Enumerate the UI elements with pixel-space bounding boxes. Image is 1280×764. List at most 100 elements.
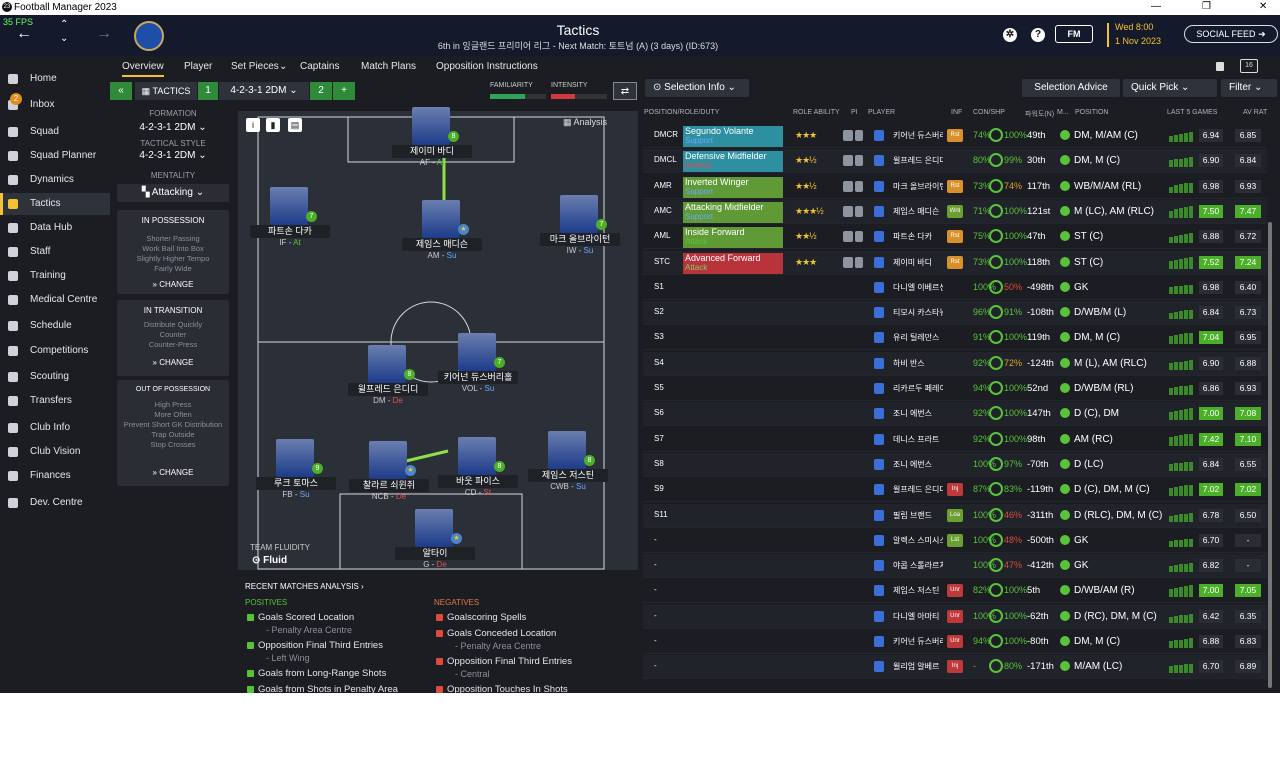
maximize-button[interactable]: ❐: [1202, 1, 1211, 12]
positive-item[interactable]: Goals from Shots in Penalty Area: [245, 684, 425, 693]
col-con-shp[interactable]: CON/SHP: [973, 109, 1005, 116]
sidebar-item-training[interactable]: Training: [0, 265, 110, 287]
role-duty-selector[interactable]: Attacking Midfielder Support: [683, 201, 783, 223]
sidebar-item-transfers[interactable]: Transfers: [0, 390, 110, 412]
swap-view-button[interactable]: ⇄: [613, 82, 637, 100]
tab-set-pieces[interactable]: Set Pieces: [231, 61, 279, 72]
table-row[interactable]: S11 필립 브랜드 Loa 100% 46% -311th D (RLC), DM, M …: [643, 503, 1267, 528]
table-row[interactable]: S5리카르두 페레이라94%100%52ndD/WB/M (RL)6.866.9…: [643, 377, 1267, 401]
table-row[interactable]: DMCL Defensive Midfielder Defend ★★½ 윌프레드 은디…: [643, 149, 1267, 174]
player-name[interactable]: 윌리엄 알베르: [893, 661, 943, 672]
bar-chart-icon[interactable]: ▮: [266, 118, 280, 132]
pitch-player-card[interactable]: 8 제임스 저스틴 CWB - Su: [528, 431, 608, 497]
fm-menu-button[interactable]: FM: [1055, 25, 1093, 43]
player-name[interactable]: 윌프레드 은디디: [893, 484, 943, 495]
positive-item[interactable]: Opposition Final Third Entries - Left Win…: [245, 640, 425, 663]
social-feed-button[interactable]: SOCIAL FEED ➜: [1184, 25, 1278, 43]
pitch-player-card[interactable]: 7 마크 올브라이턴 IW - Su: [540, 195, 620, 261]
col-last-5-games[interactable]: LAST 5 GAMES: [1167, 109, 1217, 116]
selection-info-dropdown[interactable]: ⊙ Selection Info ⌄: [645, 79, 749, 97]
filter-dropdown[interactable]: Filter ⌄: [1221, 79, 1277, 97]
close-button[interactable]: ✕: [1259, 1, 1267, 12]
in-transition-change-button[interactable]: » CHANGE: [117, 358, 229, 367]
player-name[interactable]: 제임스 저스틴: [893, 585, 943, 596]
table-row[interactable]: AMC Attacking Midfielder Support ★★★½ 제임스 매디…: [643, 199, 1267, 224]
out-of-possession-change-button[interactable]: » CHANGE: [117, 468, 229, 477]
pi-lock-icon[interactable]: [855, 205, 863, 217]
sidebar-item-scouting[interactable]: Scouting: [0, 366, 110, 388]
table-row[interactable]: S1 다니엘 이베르센 100% 50% -498th GK 6.98 6.40: [643, 276, 1267, 300]
sidebar-item-medical-centre[interactable]: Medical Centre: [0, 289, 110, 311]
pitch-player-card[interactable]: 8 윌프레드 은디디 DM - De: [348, 345, 428, 411]
formation-value[interactable]: 4-2-3-1 2DM ⌄: [117, 122, 229, 133]
player-name[interactable]: 다니엘 아마티: [893, 611, 943, 622]
settings-cog-icon[interactable]: ✲: [1003, 28, 1017, 42]
player-name[interactable]: 키어넌 듀스버리홀: [893, 130, 943, 141]
player-name[interactable]: 다니엘 이베르센: [893, 282, 943, 293]
tactic-slot-2[interactable]: 2: [310, 82, 332, 100]
sidebar-item-staff[interactable]: Staff: [0, 241, 110, 263]
player-instructions-icon[interactable]: [843, 155, 853, 167]
player-instructions-icon[interactable]: [843, 130, 853, 141]
col-inf[interactable]: INF: [951, 109, 962, 116]
tactic-slot-1[interactable]: 1: [198, 82, 218, 100]
negative-item[interactable]: Opposition Final Third Entries - Central: [434, 656, 614, 679]
mentality-dropdown[interactable]: ▚ Attacking ⌄: [117, 184, 229, 202]
table-row[interactable]: S2 티모시 카스타뉴 96% 91% -108th D/WB/M (L) 6.84 6.73: [643, 301, 1267, 326]
negative-item[interactable]: Goalscoring Spells: [434, 612, 614, 623]
negative-item[interactable]: Goals Conceded Location - Penalty Area Ce…: [434, 628, 614, 651]
player-instructions-icon[interactable]: [843, 256, 853, 268]
col-role-ability[interactable]: ROLE ABILITY: [793, 109, 840, 116]
pi-lock-icon[interactable]: [855, 256, 863, 268]
layout-toggle-icon[interactable]: 16: [1240, 59, 1258, 73]
sidebar-item-schedule[interactable]: Schedule: [0, 315, 110, 337]
recent-matches-title[interactable]: RECENT MATCHES ANALYSIS ›: [245, 582, 364, 591]
pitch-player-card[interactable]: 7 파트손 다카 IF - At: [250, 187, 330, 253]
squad-table-scrollbar[interactable]: [1268, 222, 1272, 688]
pi-lock-icon[interactable]: [855, 130, 863, 141]
table-row[interactable]: S8 조니 에번스 100% 97% -70th D (LC) 6.84 6.55: [643, 452, 1267, 477]
col-player[interactable]: PLAYER: [868, 109, 895, 116]
table-row[interactable]: - 다니엘 아마티 Unr 100% 100% -62th D (RC), DM, M (C…: [643, 604, 1267, 629]
sidebar-item-squad-planner[interactable]: Squad Planner: [0, 145, 110, 167]
col-rank[interactable]: 파워도(N): [1025, 109, 1054, 119]
player-name[interactable]: 티모시 카스타뉴: [893, 307, 943, 318]
table-row[interactable]: -키어넌 듀스버리홀Unr94%100%-80thDM, M (C)6.886.…: [643, 630, 1267, 654]
add-tactic-button[interactable]: +: [333, 82, 355, 100]
player-name[interactable]: 조니 에번스: [893, 459, 943, 470]
pitch-player-card[interactable]: 7 키어넌 듀스버리홀 VOL - Su: [438, 333, 518, 399]
col-pi[interactable]: PI: [851, 109, 858, 116]
role-duty-selector[interactable]: Inverted Winger Support: [683, 176, 783, 198]
analysis-button[interactable]: ▦ Analysis: [563, 117, 607, 128]
table-row[interactable]: - 알렉스 스미시스 Lst 100% 48% -500th GK 6.70-: [643, 529, 1267, 553]
role-duty-selector[interactable]: Defensive Midfielder Defend: [683, 151, 783, 173]
tab-match-plans[interactable]: Match Plans: [361, 61, 416, 72]
col-position-role-duty[interactable]: POSITION/ROLE/DUTY: [644, 109, 719, 116]
table-row[interactable]: S7 데니스 프라트 92% 100% 98th AM (RC) 7.42 7.10: [643, 428, 1267, 452]
sidebar-item-tactics[interactable]: Tactics: [0, 193, 110, 215]
info-icon[interactable]: i: [246, 118, 260, 132]
set-pieces-chevron-icon[interactable]: ⌄: [279, 61, 287, 72]
sidebar-item-inbox[interactable]: 2 Inbox: [0, 93, 110, 116]
pitch-player-card[interactable]: ★ 알타이 G - De: [395, 509, 475, 575]
player-name[interactable]: 윌프레드 은디디: [893, 155, 943, 166]
minimize-button[interactable]: —: [1151, 1, 1161, 12]
tab-opposition-instructions[interactable]: Opposition Instructions: [436, 61, 538, 72]
sidebar-item-finances[interactable]: Finances: [0, 465, 110, 487]
col-av-rat[interactable]: AV RAT: [1243, 109, 1267, 116]
quick-pick-dropdown[interactable]: Quick Pick ⌄: [1123, 79, 1217, 97]
sidebar-item-dynamics[interactable]: Dynamics: [0, 169, 110, 191]
positive-item[interactable]: Goals from Long-Range Shots: [245, 668, 425, 679]
table-row[interactable]: - 윌리엄 알베르 Inj -80% -171th M/AM (LC) 6.70 6.89: [643, 655, 1267, 680]
clipboard-icon[interactable]: ▤: [288, 118, 302, 132]
sidebar-item-dev-centre[interactable]: Dev. Centre: [0, 492, 110, 514]
pi-lock-icon[interactable]: [855, 155, 863, 167]
pitch-player-card[interactable]: ★ 찰라르 쇠윈쥐 NCB - De: [349, 441, 429, 507]
table-row[interactable]: AML Inside Forward Attack ★★½ 파트손 다카 Rst 75% 10…: [643, 225, 1267, 250]
player-name[interactable]: 파트손 다카: [893, 231, 943, 242]
player-name[interactable]: 유리 틸레만스: [893, 332, 943, 343]
tab-player[interactable]: Player: [184, 61, 212, 72]
sidebar-item-data-hub[interactable]: Data Hub: [0, 217, 110, 239]
sidebar-item-club-info[interactable]: Club Info: [0, 417, 110, 439]
player-instructions-icon[interactable]: [843, 180, 853, 192]
